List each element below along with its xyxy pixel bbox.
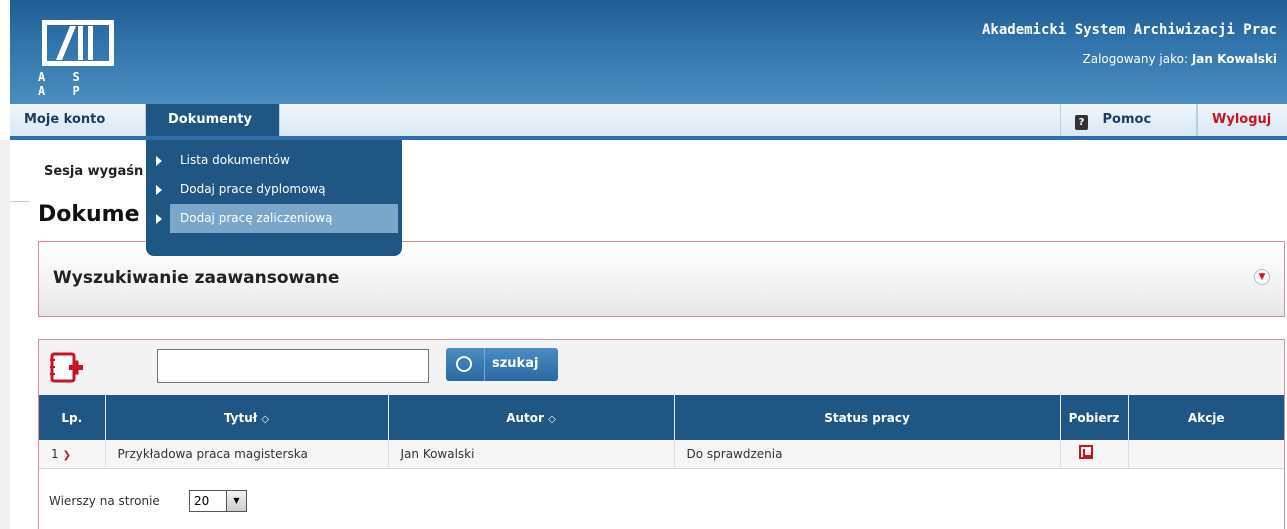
app-title: Akademicki System Archiwizacji Prac <box>981 22 1277 38</box>
col-actions-label: Akcje <box>1187 410 1225 425</box>
help-label: Pomoc <box>1102 112 1152 127</box>
logo-text: A S A P <box>38 70 90 98</box>
col-lp-label: Lp. <box>61 410 83 425</box>
button-separator <box>484 348 485 381</box>
search-button[interactable]: szukaj <box>446 348 558 381</box>
menu-item-dodaj-prace-zaliczeniowa[interactable]: Dodaj pracę zaliczeniową <box>156 204 398 233</box>
title-divider <box>10 201 30 202</box>
logged-user-line: Zalogowany jako: Jan Kowalski <box>1083 52 1277 66</box>
menu-item-label: Dodaj pracę zaliczeniową <box>180 211 333 225</box>
pdf-download-icon[interactable] <box>1078 445 1093 460</box>
search-input[interactable] <box>157 349 429 383</box>
menu-item-label: Lista dokumentów <box>180 153 290 167</box>
menu-arrow-icon <box>156 156 162 166</box>
cell-status: Do sprawdzenia <box>674 440 1061 469</box>
chevron-down-icon: ▼ <box>226 491 246 511</box>
menu-arrow-icon <box>156 185 162 195</box>
col-status-label: Status pracy <box>824 410 910 425</box>
rows-per-page-label: Wierszy na stronie <box>49 494 160 508</box>
asap-logo: A S A P <box>38 20 122 98</box>
row-number: 1 <box>51 446 59 461</box>
advanced-search-title: Wyszukiwanie zaawansowane <box>53 268 340 288</box>
col-status: Status pracy <box>674 395 1061 440</box>
col-download: Pobierz <box>1060 395 1129 440</box>
menu-item-dodaj-prace-dyplomowa[interactable]: Dodaj prace dyplomową <box>156 175 398 204</box>
table-header-row: Lp. Tytuł ◇ Autor ◇ Status pracy Pobierz… <box>39 395 1284 440</box>
page: A S A P Akademicki System Archiwizacji P… <box>0 0 1287 529</box>
menu-item-label: Dodaj prace dyplomową <box>180 182 326 196</box>
sort-icon: ◇ <box>548 413 556 425</box>
col-download-label: Pobierz <box>1068 410 1120 425</box>
search-button-label: szukaj <box>492 356 539 371</box>
logged-as-label: Zalogowany jako: <box>1082 52 1189 66</box>
row-author: Jan Kowalski <box>400 446 475 461</box>
left-accent-bar <box>0 140 10 529</box>
add-document-icon[interactable] <box>49 351 85 383</box>
col-title-label: Tytuł <box>223 410 258 425</box>
cell-download <box>1060 440 1129 469</box>
cell-author: Jan Kowalski <box>388 440 675 469</box>
row-title: Przykładowa praca magisterska <box>117 446 308 461</box>
menu-item-lista-dokumentow[interactable]: Lista dokumentów <box>156 146 398 175</box>
logout-link[interactable]: Wyloguj <box>1197 104 1287 136</box>
expand-row-icon[interactable]: ❯ <box>63 450 71 461</box>
cell-title: Przykładowa praca magisterska <box>105 440 389 469</box>
app-header: A S A P Akademicki System Archiwizacji P… <box>10 0 1287 104</box>
help-link[interactable]: ? Pomoc <box>1060 104 1197 136</box>
logo-mark-icon <box>56 26 93 60</box>
row-status: Do sprawdzenia <box>686 446 783 461</box>
col-actions: Akcje <box>1128 395 1284 440</box>
main-nav: Moje konto Dokumenty ? Pomoc Wyloguj <box>10 104 1287 140</box>
documents-grid: szukaj Lp. Tytuł ◇ Autor ◇ Status pracy … <box>38 339 1285 529</box>
documents-table: Lp. Tytuł ◇ Autor ◇ Status pracy Pobierz… <box>39 395 1284 469</box>
logged-user-name: Jan Kowalski <box>1191 52 1277 66</box>
dokumenty-dropdown-menu: Lista dokumentów Dodaj prace dyplomową D… <box>146 140 402 256</box>
help-icon: ? <box>1075 115 1088 130</box>
rows-per-page-value: 20 <box>194 494 210 508</box>
col-author[interactable]: Autor ◇ <box>388 395 675 440</box>
expand-toggle-icon[interactable]: ▼ <box>1254 269 1270 285</box>
menu-arrow-icon <box>156 214 162 224</box>
logout-label: Wyloguj <box>1212 112 1272 127</box>
grid-toolbar: szukaj <box>39 340 1284 395</box>
nav-item-label: Moje konto <box>24 112 106 127</box>
nav-item-dokumenty[interactable]: Dokumenty <box>146 104 280 136</box>
nav-item-moje-konto[interactable]: Moje konto <box>10 104 146 136</box>
grid-footer: Wierszy na stronie 20 ▼ <box>39 470 1284 529</box>
search-icon <box>456 356 472 372</box>
cell-actions <box>1128 440 1284 469</box>
col-title[interactable]: Tytuł ◇ <box>105 395 389 440</box>
col-author-label: Autor <box>506 410 544 425</box>
rows-per-page-select[interactable]: 20 ▼ <box>189 490 247 512</box>
sort-icon: ◇ <box>261 413 270 425</box>
cell-lp: 1 ❯ <box>39 440 106 469</box>
page-title: Dokume <box>38 202 140 227</box>
table-row[interactable]: 1 ❯ Przykładowa praca magisterska Jan Kow… <box>39 440 1284 469</box>
session-expiry-text: Sesja wygaśn <box>44 164 144 179</box>
nav-item-label: Dokumenty <box>168 112 252 127</box>
col-lp: Lp. <box>39 395 106 440</box>
